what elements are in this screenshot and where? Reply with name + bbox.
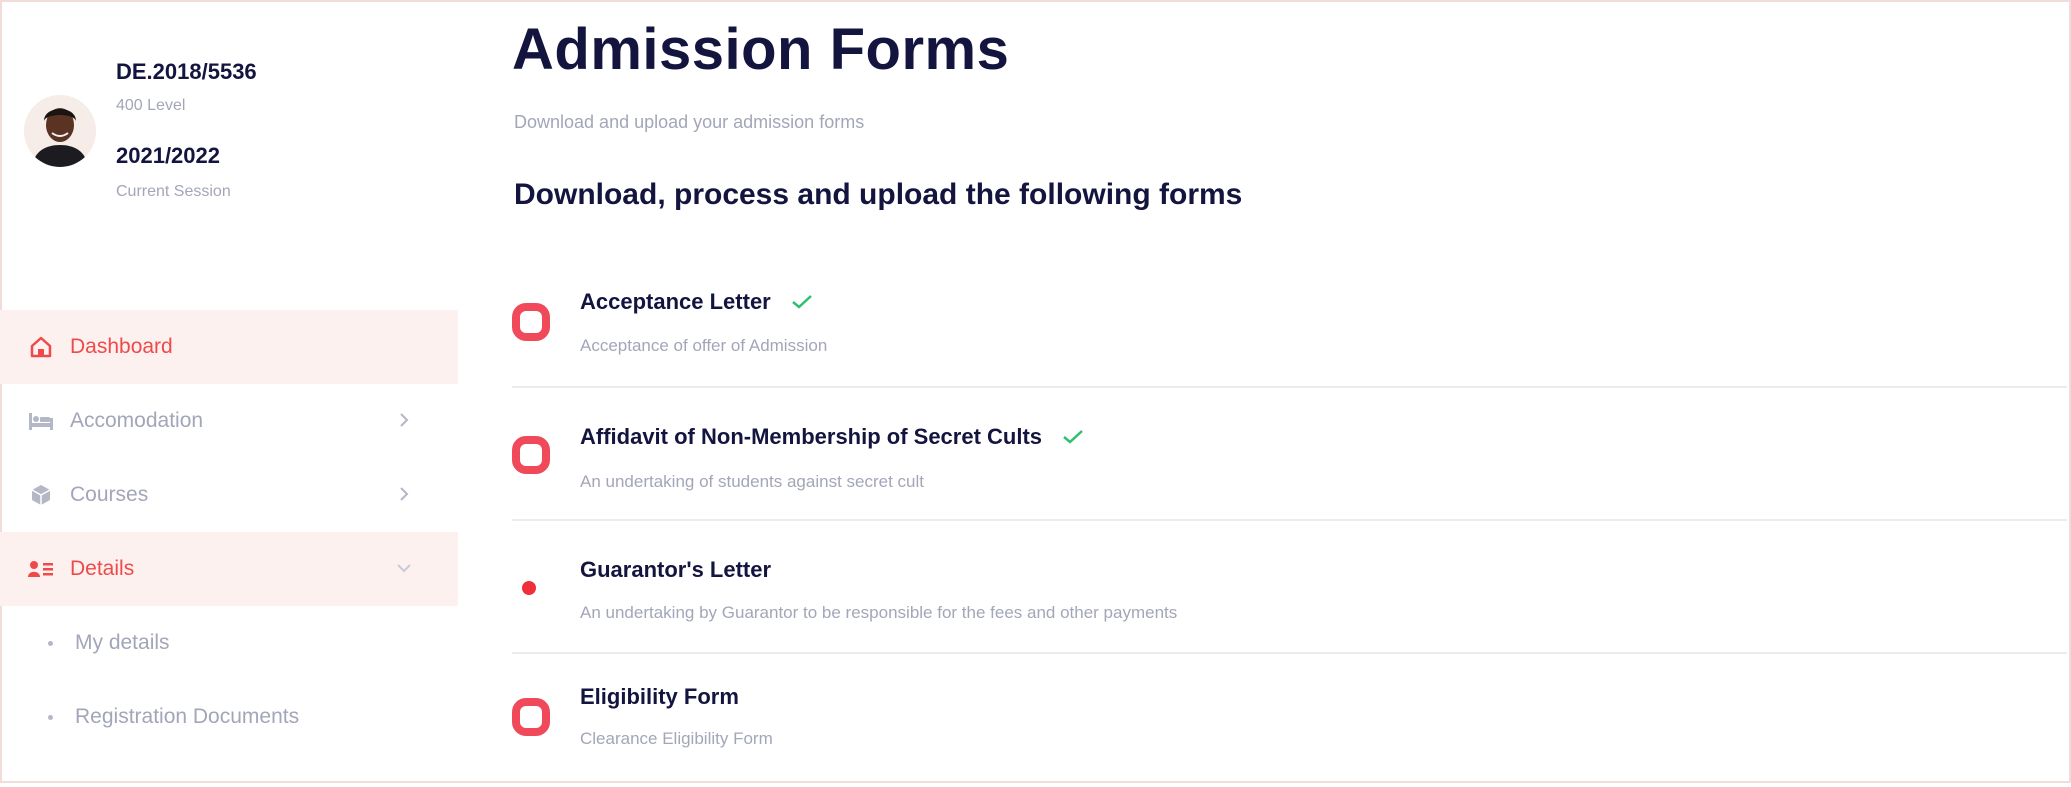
sidebar-subitem-registration-documents[interactable]: Registration Documents [0,680,458,754]
sidebar-item-accomodation[interactable]: Accomodation [0,384,458,458]
page-subtitle: Download and upload your admission forms [514,112,865,132]
sidebar-item-courses[interactable]: Courses [0,458,458,532]
session-label: Current Session [116,183,231,200]
chevron-right-icon [392,408,416,432]
sidebar-item-details[interactable]: Details [0,532,458,606]
home-icon [26,334,56,360]
chevron-down-icon [392,556,416,580]
form-description: An undertaking by Guarantor to be respon… [580,603,1178,622]
form-title: Acceptance Letter [580,289,771,314]
pending-status-icon [512,698,550,736]
form-item-guarantors-letter[interactable]: Guarantor's Letter An undertaking by Gua… [512,521,2067,654]
status-dot-icon [522,581,536,595]
pending-status-icon [512,436,550,474]
student-id: DE.2018/5536 [116,59,257,84]
student-level: 400 Level [116,97,186,114]
bed-icon [26,408,56,434]
sidebar-subitem-label: Registration Documents [75,705,300,728]
form-title: Eligibility Form [580,684,739,709]
form-title: Guarantor's Letter [580,557,772,582]
form-item-eligibility-form[interactable]: Eligibility Form Clearance Eligibility F… [512,654,2067,787]
check-icon [1062,425,1084,451]
chevron-right-icon [392,482,416,506]
form-title-row: Affidavit of Non-Membership of Secret Cu… [580,424,1084,451]
section-title: Download, process and upload the followi… [514,178,1243,211]
bullet-icon [48,640,53,646]
cube-icon [26,482,56,508]
form-description: An undertaking of students against secre… [580,472,924,491]
form-title-row: Eligibility Form [580,684,739,710]
profile-card: DE.2018/5536 400 Level 2021/2022 Current… [24,55,444,215]
page-title: Admission Forms [512,17,1010,82]
form-description: Clearance Eligibility Form [580,729,773,748]
sidebar-item-dashboard[interactable]: Dashboard [0,310,458,384]
sidebar-item-label: Accomodation [70,409,204,432]
avatar[interactable] [24,95,96,167]
form-title-row: Acceptance Letter [580,289,813,316]
sidebar-subitem-label: My details [75,631,170,654]
sidebar-nav: Dashboard Accomodation Courses Details M… [0,310,458,754]
check-icon [791,290,813,316]
form-title: Affidavit of Non-Membership of Secret Cu… [580,424,1043,449]
main-content: Admission Forms Download and upload your… [512,0,2067,783]
sidebar-item-label: Courses [70,483,149,506]
sidebar-item-label: Details [70,557,135,580]
bullet-icon [48,714,53,720]
sidebar-item-label: Dashboard [70,335,173,358]
sidebar: DE.2018/5536 400 Level 2021/2022 Current… [0,0,460,783]
form-description: Acceptance of offer of Admission [580,336,828,355]
form-item-affidavit[interactable]: Affidavit of Non-Membership of Secret Cu… [512,388,2067,521]
pending-status-icon [512,303,550,341]
sidebar-subitem-my-details[interactable]: My details [0,606,458,680]
session-value: 2021/2022 [116,143,220,168]
user-list-icon [26,556,56,582]
form-title-row: Guarantor's Letter [580,557,771,583]
form-item-acceptance-letter[interactable]: Acceptance Letter Acceptance of offer of… [512,255,2067,388]
forms-list: Acceptance Letter Acceptance of offer of… [512,255,2067,787]
